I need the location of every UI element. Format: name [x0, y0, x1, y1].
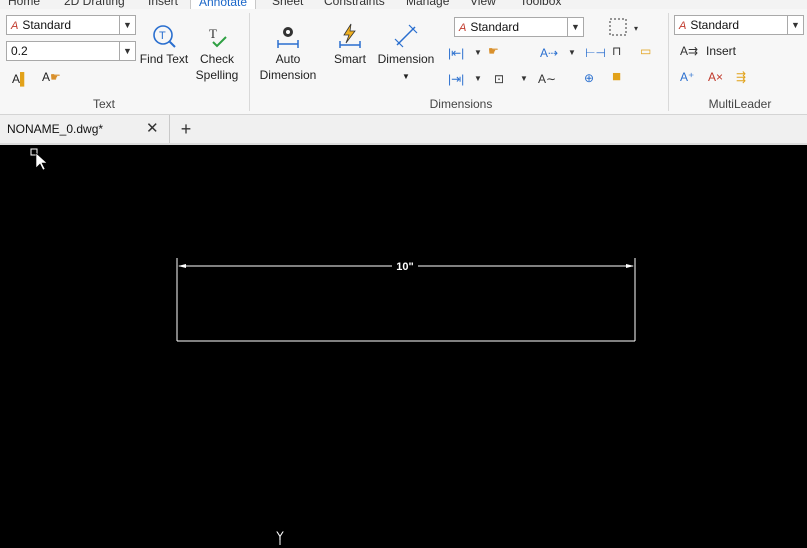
dimension-arrow-left-icon — [178, 264, 186, 268]
text-edit-icon[interactable]: A▌ — [12, 71, 29, 87]
tab-sheet[interactable]: Sheet — [272, 0, 303, 8]
tab-manage[interactable]: Manage — [406, 0, 449, 8]
dimension-label: Dimension — [377, 52, 435, 66]
drawing-svg: 10" — [30, 148, 636, 545]
multileader-insert-label[interactable]: Insert — [706, 44, 736, 58]
dimension-button[interactable]: Dimension ▼ — [376, 23, 436, 85]
text-height-value: 0.2 — [11, 44, 28, 58]
continue-dimension-icon[interactable]: |⇥| — [448, 71, 464, 87]
ribbon-tab-bar: Home 2D Drafting Insert Annotate Sheet C… — [0, 0, 807, 9]
ucs-y-label: Y — [276, 529, 285, 543]
tolerance-icon[interactable]: ⊡ — [494, 71, 504, 87]
ordinate-dimension-icon[interactable]: A⇢ — [540, 45, 558, 61]
text-group-label: Text — [92, 97, 115, 111]
text-height-combo[interactable]: 0.2 ▼ — [6, 41, 136, 61]
svg-text:T: T — [209, 26, 217, 41]
drawing-canvas[interactable]: 10" Y — [0, 145, 807, 545]
add-leader-icon[interactable]: A⁺ — [680, 69, 694, 85]
dimensions-group-label: Dimensions — [429, 97, 493, 111]
chevron-down-icon[interactable]: ▼ — [787, 16, 803, 34]
multileader-style-icon: A — [679, 20, 687, 32]
remove-leader-icon[interactable]: A× — [708, 69, 723, 85]
svg-text:▾: ▾ — [634, 24, 638, 33]
tab-view[interactable]: View — [470, 0, 496, 8]
aligned-dimension-icon — [394, 24, 418, 48]
tab-constraints[interactable]: Constraints — [324, 0, 385, 8]
dimension-style-combo[interactable]: A Standard ▼ — [454, 17, 584, 37]
text-style-value: Standard — [22, 18, 72, 32]
group-divider — [668, 13, 669, 111]
smart-dimension-button[interactable]: Smart — [330, 23, 370, 67]
text-style-combo[interactable]: A Standard ▼ — [6, 15, 136, 35]
dimension-arrow-right-icon — [626, 264, 634, 268]
group-divider — [249, 13, 250, 111]
center-mark-icon[interactable]: ⊕ — [584, 70, 594, 86]
tab-toolbox[interactable]: Toolbox — [520, 0, 561, 8]
find-text-label: Find Text — [139, 52, 189, 66]
dimension-style-value: Standard — [470, 20, 520, 34]
chevron-down-icon[interactable]: ▼ — [568, 45, 576, 61]
lightning-icon — [339, 23, 361, 48]
align-leaders-icon[interactable]: ⇶ — [736, 69, 746, 85]
dimension-style-icon: A — [459, 22, 467, 34]
document-tab-label: NONAME_0.dwg* — [7, 122, 104, 136]
gear-icon — [277, 27, 299, 48]
document-tab[interactable]: NONAME_0.dwg* ✕ — [0, 115, 170, 143]
text-pointer-icon[interactable]: A☛ — [42, 69, 61, 85]
cursor-icon — [35, 152, 48, 171]
document-tab-bar: NONAME_0.dwg* ✕ + — [0, 115, 807, 145]
auto-dimension-label-1: Auto — [275, 52, 301, 66]
dimension-text[interactable]: 10" — [396, 261, 413, 273]
auto-dimension-label-2: Dimension — [259, 68, 317, 82]
find-text-icon: T — [153, 25, 176, 48]
tab-insert[interactable]: Insert — [148, 0, 178, 8]
chevron-down-icon[interactable]: ▼ — [474, 71, 482, 87]
leader-dimension-icon[interactable]: ☛ — [488, 43, 499, 59]
dimension-override-icon[interactable]: ▾ — [608, 17, 644, 37]
multileader-style-value: Standard — [690, 18, 740, 32]
smart-label: Smart — [333, 52, 366, 66]
new-document-button[interactable]: + — [176, 119, 196, 139]
text-along-icon[interactable]: A∼ — [538, 71, 556, 87]
chevron-down-icon[interactable]: ▼ — [119, 16, 135, 34]
chevron-down-icon[interactable]: ▼ — [474, 45, 482, 61]
tab-home[interactable]: Home — [8, 0, 40, 8]
chevron-down-icon[interactable]: ▼ — [520, 71, 528, 87]
ribbon-panel: A Standard ▼ 0.2 ▼ A▌ A☛ T Find Text T Ch… — [0, 9, 807, 115]
chevron-down-icon[interactable]: ▼ — [567, 18, 583, 36]
baseline-dimension-icon[interactable]: |⇤| — [448, 45, 464, 61]
arc-dimension-icon[interactable]: ⊢⊣ — [585, 45, 606, 61]
break-dimension-icon[interactable]: ■ — [612, 69, 621, 85]
tab-2d-drafting[interactable]: 2D Drafting — [64, 0, 125, 8]
multileader-insert-icon[interactable]: A⇉ — [680, 43, 698, 59]
chevron-down-icon[interactable]: ▼ — [119, 42, 135, 60]
auto-dimension-button[interactable]: Auto Dimension — [258, 23, 318, 83]
text-style-icon: A — [11, 20, 19, 32]
find-text-button[interactable]: T Find Text — [138, 23, 190, 67]
tab-annotate[interactable]: Annotate — [190, 0, 257, 9]
jogged-dimension-icon[interactable]: ⊓ — [612, 43, 621, 59]
check-spelling-button[interactable]: T Check Spelling — [192, 23, 242, 83]
check-spelling-label-1: Check — [199, 52, 234, 66]
check-spelling-icon: T — [209, 26, 227, 48]
chevron-down-icon[interactable]: ▼ — [402, 72, 410, 81]
check-spelling-label-2: Spelling — [195, 68, 239, 82]
ruler-icon[interactable]: ▭ — [640, 43, 651, 59]
svg-text:T: T — [159, 30, 166, 42]
multileader-group-label: MultiLeader — [708, 97, 772, 111]
close-icon[interactable]: ✕ — [146, 115, 162, 143]
multileader-style-combo[interactable]: A Standard ▼ — [674, 15, 804, 35]
